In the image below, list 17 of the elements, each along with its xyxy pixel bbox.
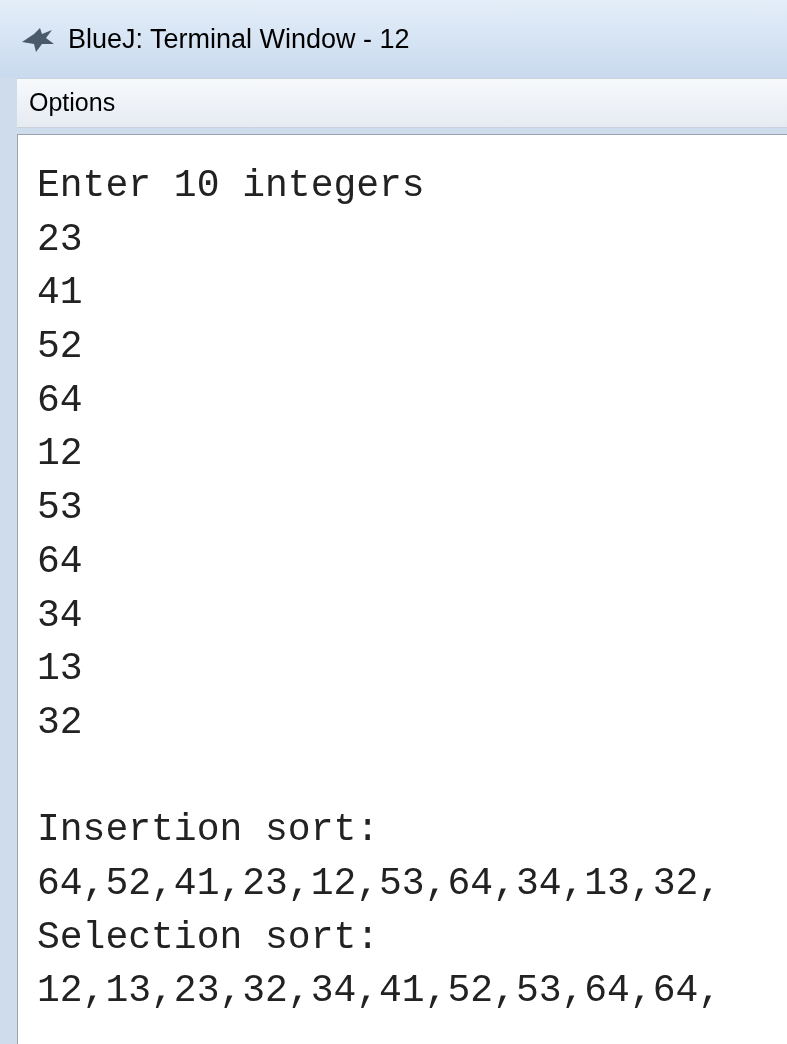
terminal-line: Selection sort: <box>37 914 381 961</box>
terminal-line: 64 <box>37 538 84 585</box>
window-title: BlueJ: Terminal Window - 12 <box>68 22 410 56</box>
terminal-line: Enter 10 integers <box>37 163 426 209</box>
terminal-line: 13 <box>37 646 84 693</box>
terminal-line: 41 <box>37 270 84 317</box>
terminal-line: 23 <box>37 216 84 263</box>
terminal-line: 32 <box>37 699 84 746</box>
terminal-line: 52 <box>37 324 84 371</box>
terminal-line: 64,52,41,23,12,53,64,34,13,32, <box>37 860 723 907</box>
terminal-line: 12 <box>37 431 84 478</box>
terminal-line: 12,13,23,32,34,41,52,53,64,64, <box>37 968 723 1015</box>
terminal-line: 34 <box>37 592 84 639</box>
terminal-line: 64 <box>37 377 84 424</box>
menu-item[interactable]: Options <box>27 84 118 122</box>
terminal-line: Insertion sort: <box>37 807 381 854</box>
terminal-line: 53 <box>37 485 84 532</box>
